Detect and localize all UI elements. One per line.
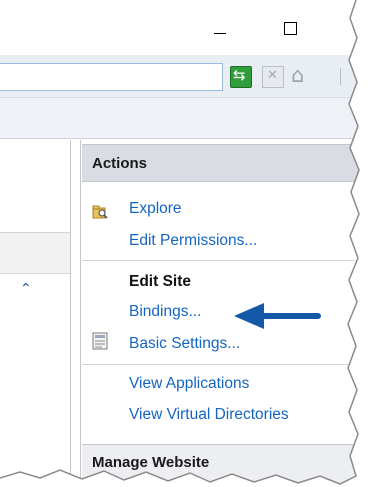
edit-permissions-link[interactable]: Edit Permissions... [129, 232, 257, 250]
address-input[interactable] [0, 63, 223, 91]
toolbar-separator [340, 68, 341, 85]
stop-icon[interactable] [262, 66, 284, 88]
column-header [0, 232, 70, 274]
pane-border [0, 140, 71, 480]
basic-settings-icon [92, 332, 108, 350]
edit-site-title: Edit Site [129, 273, 192, 290]
manage-website-header: Manage Website [82, 444, 360, 484]
annotation-arrow-icon [234, 303, 321, 329]
actions-header: Actions [82, 144, 360, 182]
home-icon[interactable] [290, 63, 310, 87]
title-bar [0, 0, 360, 55]
address-toolbar [0, 55, 360, 98]
view-virtual-directories-link[interactable]: View Virtual Directories [129, 406, 289, 424]
bindings-link[interactable]: Bindings... [129, 303, 201, 321]
basic-settings-link[interactable]: Basic Settings... [129, 335, 240, 353]
minimize-button[interactable] [200, 12, 240, 46]
screenshot-frame: ⌃ Actions Explore Edit Permissions... Ed… [0, 0, 373, 487]
explore-link[interactable]: Explore [129, 200, 182, 218]
chevron-up-icon[interactable]: ⌃ [20, 281, 32, 297]
section-divider [82, 364, 360, 365]
explore-folder-icon [92, 205, 108, 219]
menu-bar [0, 98, 360, 139]
section-divider [82, 260, 360, 261]
view-applications-link[interactable]: View Applications [129, 375, 249, 393]
maximize-button[interactable] [270, 12, 310, 46]
connections-pane: ⌃ [0, 140, 81, 480]
go-refresh-icon[interactable] [230, 66, 252, 88]
